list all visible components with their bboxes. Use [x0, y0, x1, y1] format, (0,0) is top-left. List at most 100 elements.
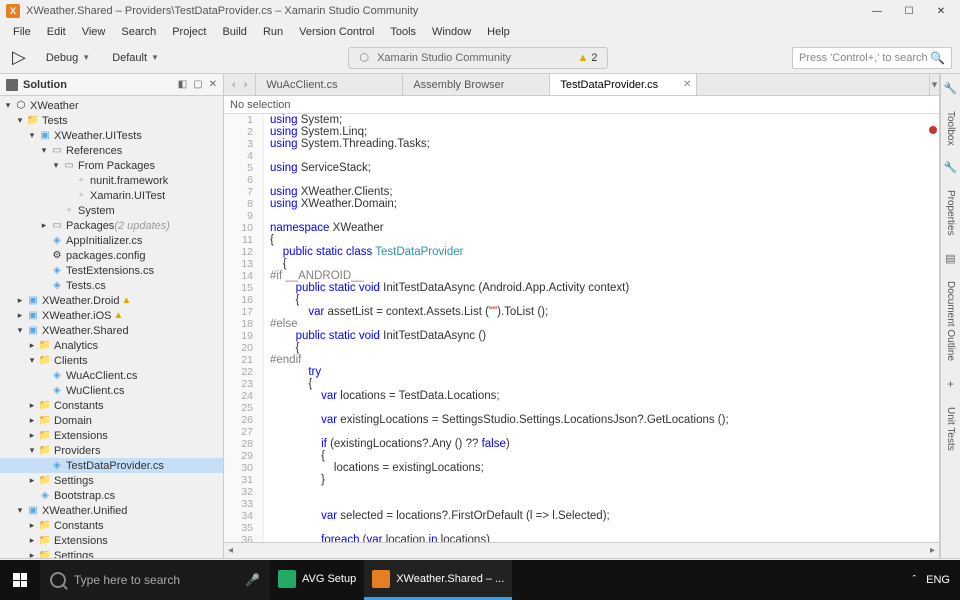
taskbar-task-avg[interactable]: AVG Setup: [270, 560, 364, 600]
maximize-button[interactable]: ☐: [902, 4, 916, 18]
tree-ref-xamuitest[interactable]: ▫Xamarin.UITest: [0, 188, 223, 203]
xamarin-icon: [372, 570, 390, 588]
menu-help[interactable]: Help: [480, 24, 517, 40]
pad-close-icon[interactable]: ✕: [209, 79, 217, 90]
breakpoint-gutter-icon[interactable]: [929, 126, 937, 134]
tab-close-icon[interactable]: ✕: [683, 79, 691, 90]
menu-build[interactable]: Build: [215, 24, 253, 40]
solution-pad-header: Solution ◧ ▢ ✕: [0, 74, 223, 96]
search-icon: [50, 572, 66, 588]
tree-folder-extensions2[interactable]: ▸📁Extensions: [0, 533, 223, 548]
menu-window[interactable]: Window: [425, 24, 478, 40]
tree-file-wuac[interactable]: ◈WuAcClient.cs: [0, 368, 223, 383]
toolbox-icon[interactable]: 🔧: [944, 78, 958, 99]
menu-view[interactable]: View: [75, 24, 113, 40]
avg-icon: [278, 570, 296, 588]
scroll-right-icon[interactable]: ▸: [926, 545, 939, 556]
editor-tab-wuac[interactable]: WuAcClient.cs: [256, 74, 403, 95]
config-dropdown[interactable]: Debug ▼: [40, 50, 96, 66]
tree-ref-system[interactable]: ▫System: [0, 203, 223, 218]
warning-icon: ▲: [577, 52, 588, 64]
outline-tab[interactable]: Document Outline: [943, 273, 958, 369]
tree-folder-constants2[interactable]: ▸📁Constants: [0, 518, 223, 533]
tree-solution-root[interactable]: ▾⬡XWeather: [0, 98, 223, 113]
tree-project-uitests[interactable]: ▾▣XWeather.UITests: [0, 128, 223, 143]
taskbar-search-placeholder: Type here to search: [74, 573, 180, 587]
target-label: Default: [112, 52, 147, 64]
tree-file-wuclient[interactable]: ◈WuClient.cs: [0, 383, 223, 398]
menu-run[interactable]: Run: [256, 24, 290, 40]
tree-project-ios[interactable]: ▸▣XWeather.iOS▲: [0, 308, 223, 323]
taskbar-task-xamarin[interactable]: XWeather.Shared – ...: [364, 560, 512, 600]
menu-file[interactable]: File: [6, 24, 38, 40]
chevron-down-icon: ▼: [82, 53, 90, 62]
solution-title: Solution: [23, 79, 178, 91]
search-icon: 🔍: [930, 51, 945, 65]
tree-folder-settings2[interactable]: ▸📁Settings: [0, 548, 223, 558]
nav-back-button[interactable]: ‹: [228, 79, 240, 91]
horizontal-scrollbar[interactable]: ◂▸: [224, 542, 939, 558]
warning-badge[interactable]: ▲2: [577, 52, 597, 64]
close-button[interactable]: ✕: [934, 4, 948, 18]
taskbar-search[interactable]: Type here to search 🎤: [40, 560, 270, 600]
code-editor[interactable]: 1using System; 2using System.Linq; 3usin…: [224, 114, 939, 542]
warning-icon: ▲: [114, 310, 124, 321]
outline-icon[interactable]: ▤: [945, 248, 955, 269]
minimize-button[interactable]: —: [870, 4, 884, 18]
tree-project-unified[interactable]: ▾▣XWeather.Unified: [0, 503, 223, 518]
app-icon: X: [6, 4, 20, 18]
tree-file-tdp[interactable]: ◈TestDataProvider.cs: [0, 458, 223, 473]
unittests-tab[interactable]: Unit Tests: [943, 399, 958, 459]
menu-edit[interactable]: Edit: [40, 24, 73, 40]
tree-project-droid[interactable]: ▸▣XWeather.Droid▲: [0, 293, 223, 308]
solution-icon: [6, 79, 18, 91]
breadcrumb[interactable]: No selection: [224, 96, 939, 114]
tree-folder-analytics[interactable]: ▸📁Analytics: [0, 338, 223, 353]
status-text: Xamarin Studio Community: [377, 52, 511, 64]
tree-file-pkgcfg[interactable]: ⚙packages.config: [0, 248, 223, 263]
tree-folder-settings[interactable]: ▸📁Settings: [0, 473, 223, 488]
add-tab-icon[interactable]: +: [947, 373, 954, 395]
editor-tab-tdp[interactable]: TestDataProvider.cs✕: [550, 74, 697, 95]
run-button[interactable]: ▷: [8, 47, 30, 68]
tree-folder-extensions[interactable]: ▸📁Extensions: [0, 428, 223, 443]
menu-project[interactable]: Project: [165, 24, 213, 40]
menu-search[interactable]: Search: [114, 24, 163, 40]
tree-references[interactable]: ▾▭References: [0, 143, 223, 158]
tree-file-appinit[interactable]: ◈AppInitializer.cs: [0, 233, 223, 248]
tree-ref-nunit[interactable]: ▫nunit.framework: [0, 173, 223, 188]
pad-options-icon[interactable]: ◧: [178, 79, 187, 90]
properties-icon[interactable]: 🔧: [944, 157, 958, 178]
config-label: Debug: [46, 52, 78, 64]
solution-tree[interactable]: ▾⬡XWeather ▾📁Tests ▾▣XWeather.UITests ▾▭…: [0, 96, 223, 558]
tree-folder-clients[interactable]: ▾📁Clients: [0, 353, 223, 368]
window-title: XWeather.Shared – Providers\TestDataProv…: [26, 5, 870, 17]
tab-dropdown-icon[interactable]: ▾: [929, 74, 939, 95]
tray-language[interactable]: ENG: [926, 574, 950, 586]
editor-tab-assembly[interactable]: Assembly Browser: [403, 74, 550, 95]
tree-project-shared[interactable]: ▾▣XWeather.Shared: [0, 323, 223, 338]
global-search[interactable]: Press 'Control+,' to search 🔍: [792, 47, 952, 69]
tray-chevron-icon[interactable]: ˆ: [912, 574, 916, 586]
tree-folder-providers[interactable]: ▾📁Providers: [0, 443, 223, 458]
pad-autohide-icon[interactable]: ▢: [193, 79, 202, 90]
target-dropdown[interactable]: Default▼: [106, 50, 165, 66]
tree-file-bootstrap[interactable]: ◈Bootstrap.cs: [0, 488, 223, 503]
tree-folder-constants[interactable]: ▸📁Constants: [0, 398, 223, 413]
warning-count: 2: [591, 52, 597, 64]
tree-from-packages[interactable]: ▾▭From Packages: [0, 158, 223, 173]
microphone-icon[interactable]: 🎤: [245, 573, 260, 587]
tree-packages[interactable]: ▸▭Packages (2 updates): [0, 218, 223, 233]
tree-folder-domain[interactable]: ▸📁Domain: [0, 413, 223, 428]
menu-tools[interactable]: Tools: [383, 24, 423, 40]
menu-bar: File Edit View Search Project Build Run …: [0, 22, 960, 42]
properties-tab[interactable]: Properties: [943, 182, 958, 244]
start-button[interactable]: [0, 560, 40, 600]
scroll-left-icon[interactable]: ◂: [224, 545, 237, 556]
tree-folder-tests[interactable]: ▾📁Tests: [0, 113, 223, 128]
nav-forward-button[interactable]: ›: [240, 79, 252, 91]
tree-file-tests[interactable]: ◈Tests.cs: [0, 278, 223, 293]
tree-file-testext[interactable]: ◈TestExtensions.cs: [0, 263, 223, 278]
toolbox-tab[interactable]: Toolbox: [943, 103, 958, 153]
menu-version-control[interactable]: Version Control: [292, 24, 381, 40]
